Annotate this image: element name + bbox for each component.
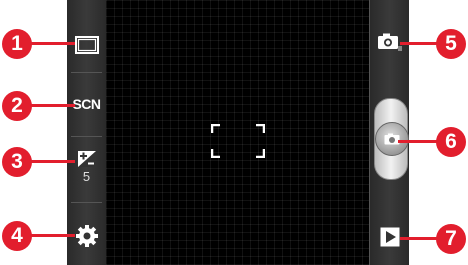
callout-3-tail <box>28 160 75 163</box>
callout-7: 7 <box>436 224 466 254</box>
left-control-panel: SCN 5 <box>67 0 107 265</box>
callout-1: 1 <box>2 29 32 59</box>
viewfinder[interactable] <box>106 0 370 265</box>
camera-shutter-icon <box>384 133 400 145</box>
rectangle-frame-icon <box>74 36 99 54</box>
exposure-plus-minus-icon <box>77 151 96 167</box>
exposure-value: 5 <box>82 169 91 184</box>
right-control-panel <box>369 0 409 265</box>
focus-bracket-icon <box>211 124 265 158</box>
exposure-button[interactable]: 5 <box>67 146 106 188</box>
camera-icon <box>377 33 402 51</box>
callout-5: 5 <box>436 29 466 59</box>
shutter-slider[interactable] <box>374 98 409 180</box>
callout-1-tail <box>28 42 75 45</box>
callout-3: 3 <box>2 147 32 177</box>
play-triangle-icon <box>380 227 399 247</box>
callout-2: 2 <box>2 91 32 121</box>
callout-4-tail <box>28 234 75 237</box>
callout-6-tail <box>398 140 440 143</box>
callout-5-tail <box>400 42 440 45</box>
gear-icon <box>75 225 98 247</box>
divider <box>71 72 102 73</box>
divider <box>71 202 102 203</box>
callout-7-tail <box>400 237 440 240</box>
scene-label: SCN <box>72 96 101 112</box>
shutter-button[interactable] <box>375 122 409 156</box>
divider <box>71 136 102 137</box>
callout-6: 6 <box>436 127 466 157</box>
shooting-mode-button[interactable] <box>67 25 106 65</box>
callout-4: 4 <box>2 221 32 251</box>
callout-2-tail <box>28 104 75 107</box>
camera-screen: SCN 5 <box>67 0 409 265</box>
